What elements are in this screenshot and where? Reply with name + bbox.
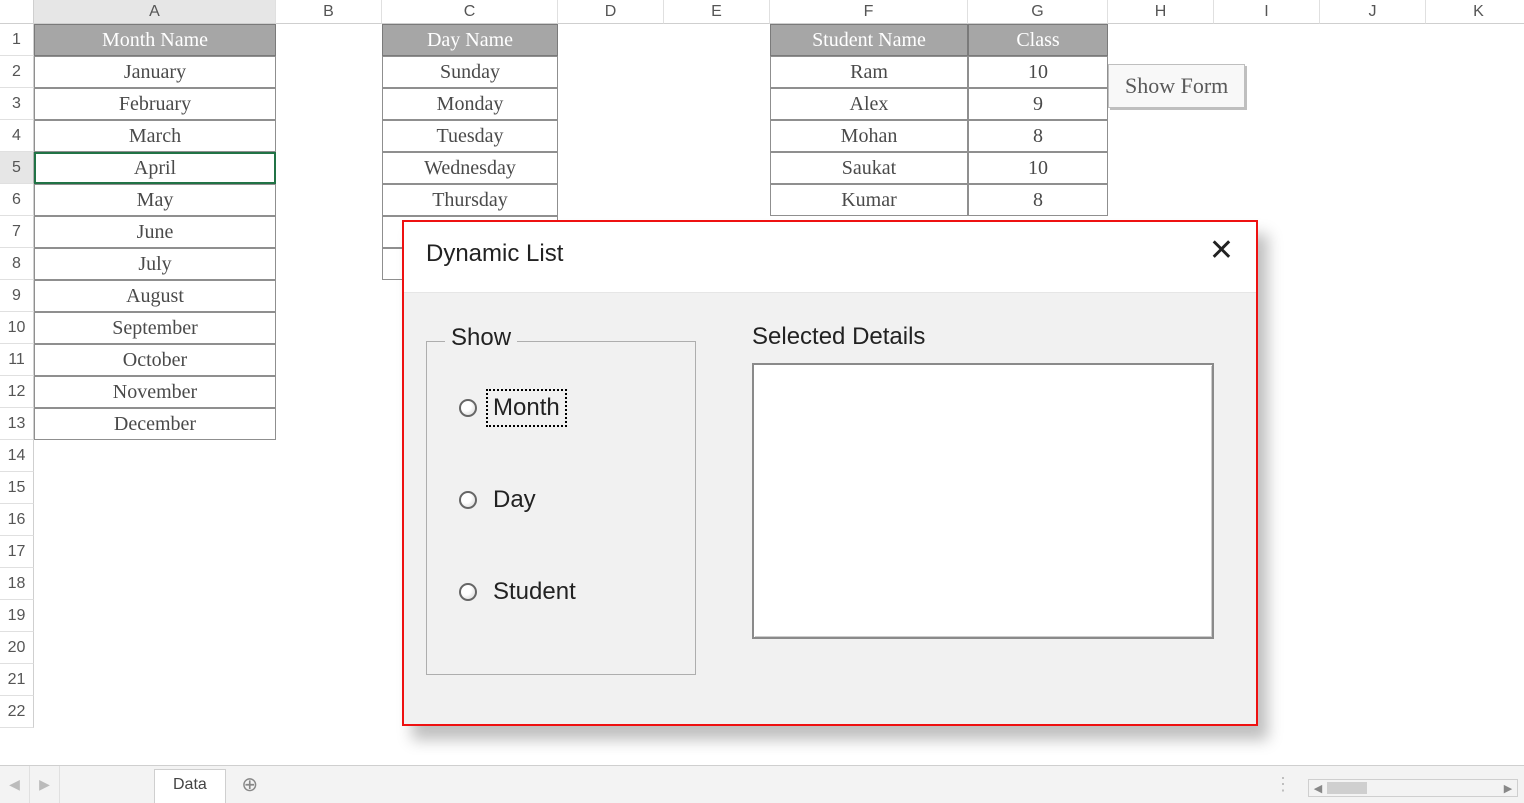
cell-C1-days-header[interactable]: Day Name <box>382 24 558 56</box>
column-header-D[interactable]: D <box>558 0 664 24</box>
row-header-6[interactable]: 6 <box>0 184 34 216</box>
add-sheet-icon[interactable]: ⊕ <box>232 766 268 803</box>
row-header-22[interactable]: 22 <box>0 696 34 728</box>
row-header-12[interactable]: 12 <box>0 376 34 408</box>
cell-F5[interactable]: Saukat <box>770 152 968 184</box>
cell-G1-class-header[interactable]: Class <box>968 24 1108 56</box>
radio-icon <box>459 491 477 509</box>
cell-A4[interactable]: March <box>34 120 276 152</box>
row-header-13[interactable]: 13 <box>0 408 34 440</box>
cell-C4[interactable]: Tuesday <box>382 120 558 152</box>
row-header-16[interactable]: 16 <box>0 504 34 536</box>
column-header-B[interactable]: B <box>276 0 382 24</box>
selected-details-listbox[interactable] <box>752 363 1214 639</box>
row-header-4[interactable]: 4 <box>0 120 34 152</box>
column-header-I[interactable]: I <box>1214 0 1320 24</box>
close-icon[interactable]: ✕ <box>1209 236 1234 266</box>
cell-A13[interactable]: December <box>34 408 276 440</box>
cell-F6[interactable]: Kumar <box>770 184 968 216</box>
row-header-7[interactable]: 7 <box>0 216 34 248</box>
cell-A11[interactable]: October <box>34 344 276 376</box>
cell-A1-months-header[interactable]: Month Name <box>34 24 276 56</box>
tab-overflow-icon[interactable]: ⋮ <box>1274 766 1294 803</box>
cell-F2[interactable]: Ram <box>770 56 968 88</box>
sheet-tab-data[interactable]: Data <box>154 769 226 803</box>
cell-F3[interactable]: Alex <box>770 88 968 120</box>
cell-A7[interactable]: June <box>34 216 276 248</box>
radio-student[interactable]: Student <box>459 576 580 608</box>
row-header-9[interactable]: 9 <box>0 280 34 312</box>
cell-A10[interactable]: September <box>34 312 276 344</box>
radio-icon <box>459 583 477 601</box>
row-header-15[interactable]: 15 <box>0 472 34 504</box>
column-header-E[interactable]: E <box>664 0 770 24</box>
cell-G3[interactable]: 9 <box>968 88 1108 120</box>
spreadsheet-grid: ABCDEFGHIJK 1234567891011121314151617181… <box>0 0 1524 755</box>
dialog-body: Show Month Day Student Selected Details <box>404 292 1256 724</box>
cell-A9[interactable]: August <box>34 280 276 312</box>
selected-details-label: Selected Details <box>752 323 925 351</box>
dynamic-list-dialog: Dynamic List ✕ Show Month Day Student Sele… <box>402 220 1258 726</box>
row-header-14[interactable]: 14 <box>0 440 34 472</box>
cell-G4[interactable]: 8 <box>968 120 1108 152</box>
cell-A2[interactable]: January <box>34 56 276 88</box>
radio-label: Month <box>489 392 564 424</box>
row-header-19[interactable]: 19 <box>0 600 34 632</box>
scroll-thumb[interactable] <box>1327 782 1367 794</box>
cell-F4[interactable]: Mohan <box>770 120 968 152</box>
column-header-C[interactable]: C <box>382 0 558 24</box>
cell-G6[interactable]: 8 <box>968 184 1108 216</box>
row-header-8[interactable]: 8 <box>0 248 34 280</box>
scroll-right-icon[interactable]: ▶ <box>1499 780 1517 796</box>
column-header-J[interactable]: J <box>1320 0 1426 24</box>
tab-nav-next-icon[interactable]: ▶ <box>30 766 60 803</box>
dialog-title: Dynamic List <box>426 240 563 268</box>
radio-label: Day <box>489 484 540 516</box>
row-header-3[interactable]: 3 <box>0 88 34 120</box>
tab-nav-prev-icon[interactable]: ◀ <box>0 766 30 803</box>
scroll-track[interactable] <box>1327 780 1499 796</box>
column-header-A[interactable]: A <box>34 0 276 24</box>
cell-C5[interactable]: Wednesday <box>382 152 558 184</box>
radio-day[interactable]: Day <box>459 484 540 516</box>
horizontal-scrollbar[interactable]: ◀ ▶ <box>1308 779 1518 797</box>
show-form-button[interactable]: Show Form <box>1108 64 1245 108</box>
column-header-H[interactable]: H <box>1108 0 1214 24</box>
cell-F1-student-header[interactable]: Student Name <box>770 24 968 56</box>
cell-C3[interactable]: Monday <box>382 88 558 120</box>
show-groupbox: Show MonthDayStudent <box>426 341 696 675</box>
row-header-21[interactable]: 21 <box>0 664 34 696</box>
row-header-11[interactable]: 11 <box>0 344 34 376</box>
cell-G5[interactable]: 10 <box>968 152 1108 184</box>
cell-A6[interactable]: May <box>34 184 276 216</box>
radio-label: Student <box>489 576 580 608</box>
column-header-F[interactable]: F <box>770 0 968 24</box>
row-header-2[interactable]: 2 <box>0 56 34 88</box>
radio-month[interactable]: Month <box>459 392 564 424</box>
cell-A8[interactable]: July <box>34 248 276 280</box>
row-header-17[interactable]: 17 <box>0 536 34 568</box>
groupbox-legend: Show <box>445 324 517 352</box>
cell-C2[interactable]: Sunday <box>382 56 558 88</box>
cell-A5[interactable]: April <box>34 152 276 184</box>
scroll-left-icon[interactable]: ◀ <box>1309 780 1327 796</box>
row-header-5[interactable]: 5 <box>0 152 34 184</box>
row-header-18[interactable]: 18 <box>0 568 34 600</box>
column-header-G[interactable]: G <box>968 0 1108 24</box>
row-header-10[interactable]: 10 <box>0 312 34 344</box>
column-header-K[interactable]: K <box>1426 0 1524 24</box>
radio-icon <box>459 399 477 417</box>
row-headers: 12345678910111213141516171819202122 <box>0 24 34 728</box>
select-all-corner[interactable] <box>0 0 34 24</box>
cell-G2[interactable]: 10 <box>968 56 1108 88</box>
cell-C6[interactable]: Thursday <box>382 184 558 216</box>
sheet-tabs-bar: ◀ ▶ Data ⊕ ⋮ <box>0 765 1524 803</box>
row-header-20[interactable]: 20 <box>0 632 34 664</box>
column-headers: ABCDEFGHIJK <box>0 0 1524 24</box>
cell-A3[interactable]: February <box>34 88 276 120</box>
row-header-1[interactable]: 1 <box>0 24 34 56</box>
cell-A12[interactable]: November <box>34 376 276 408</box>
